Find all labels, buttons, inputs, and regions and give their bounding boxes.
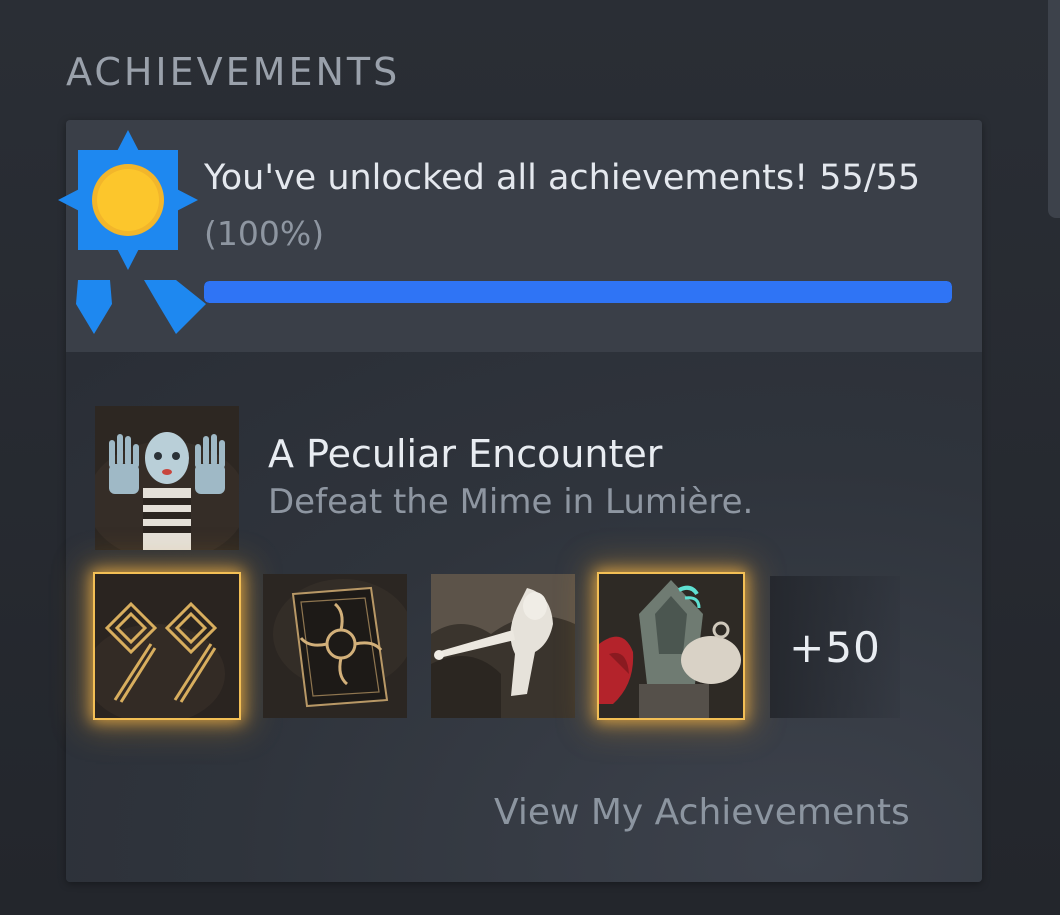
featured-achievement-name: A Peculiar Encounter	[268, 432, 663, 476]
featured-achievement-description: Defeat the Mime in Lumière.	[268, 482, 754, 522]
badge-star	[58, 130, 198, 270]
achievement-tile[interactable]	[431, 574, 575, 718]
achievement-progress-fill	[204, 281, 952, 303]
scrollbar-thumb[interactable]	[1048, 0, 1060, 218]
mime-portrait-icon	[95, 406, 239, 550]
archer-statue-icon	[431, 574, 575, 718]
ribbon-right	[144, 280, 206, 334]
section-title: ACHIEVEMENTS	[66, 50, 401, 94]
more-achievements-count[interactable]: +50	[770, 576, 900, 718]
achievement-progress-bar	[204, 281, 952, 303]
featured-achievement-icon[interactable]	[95, 406, 239, 550]
achievement-tile[interactable]	[263, 574, 407, 718]
armored-guardian-icon	[599, 574, 743, 718]
golden-diamond-sigil-icon	[95, 574, 239, 718]
view-my-achievements-link[interactable]: View My Achievements	[494, 792, 910, 833]
achievement-tile[interactable]	[95, 574, 239, 718]
achievement-tile[interactable]	[599, 574, 743, 718]
unlock-status-text: You've unlocked all achievements! 55/55	[204, 158, 921, 198]
unlock-percent-text: (100%)	[204, 214, 325, 253]
award-ribbon-icon	[58, 130, 206, 334]
sun-moon-card-icon	[263, 574, 407, 718]
ribbon-left	[76, 280, 112, 334]
